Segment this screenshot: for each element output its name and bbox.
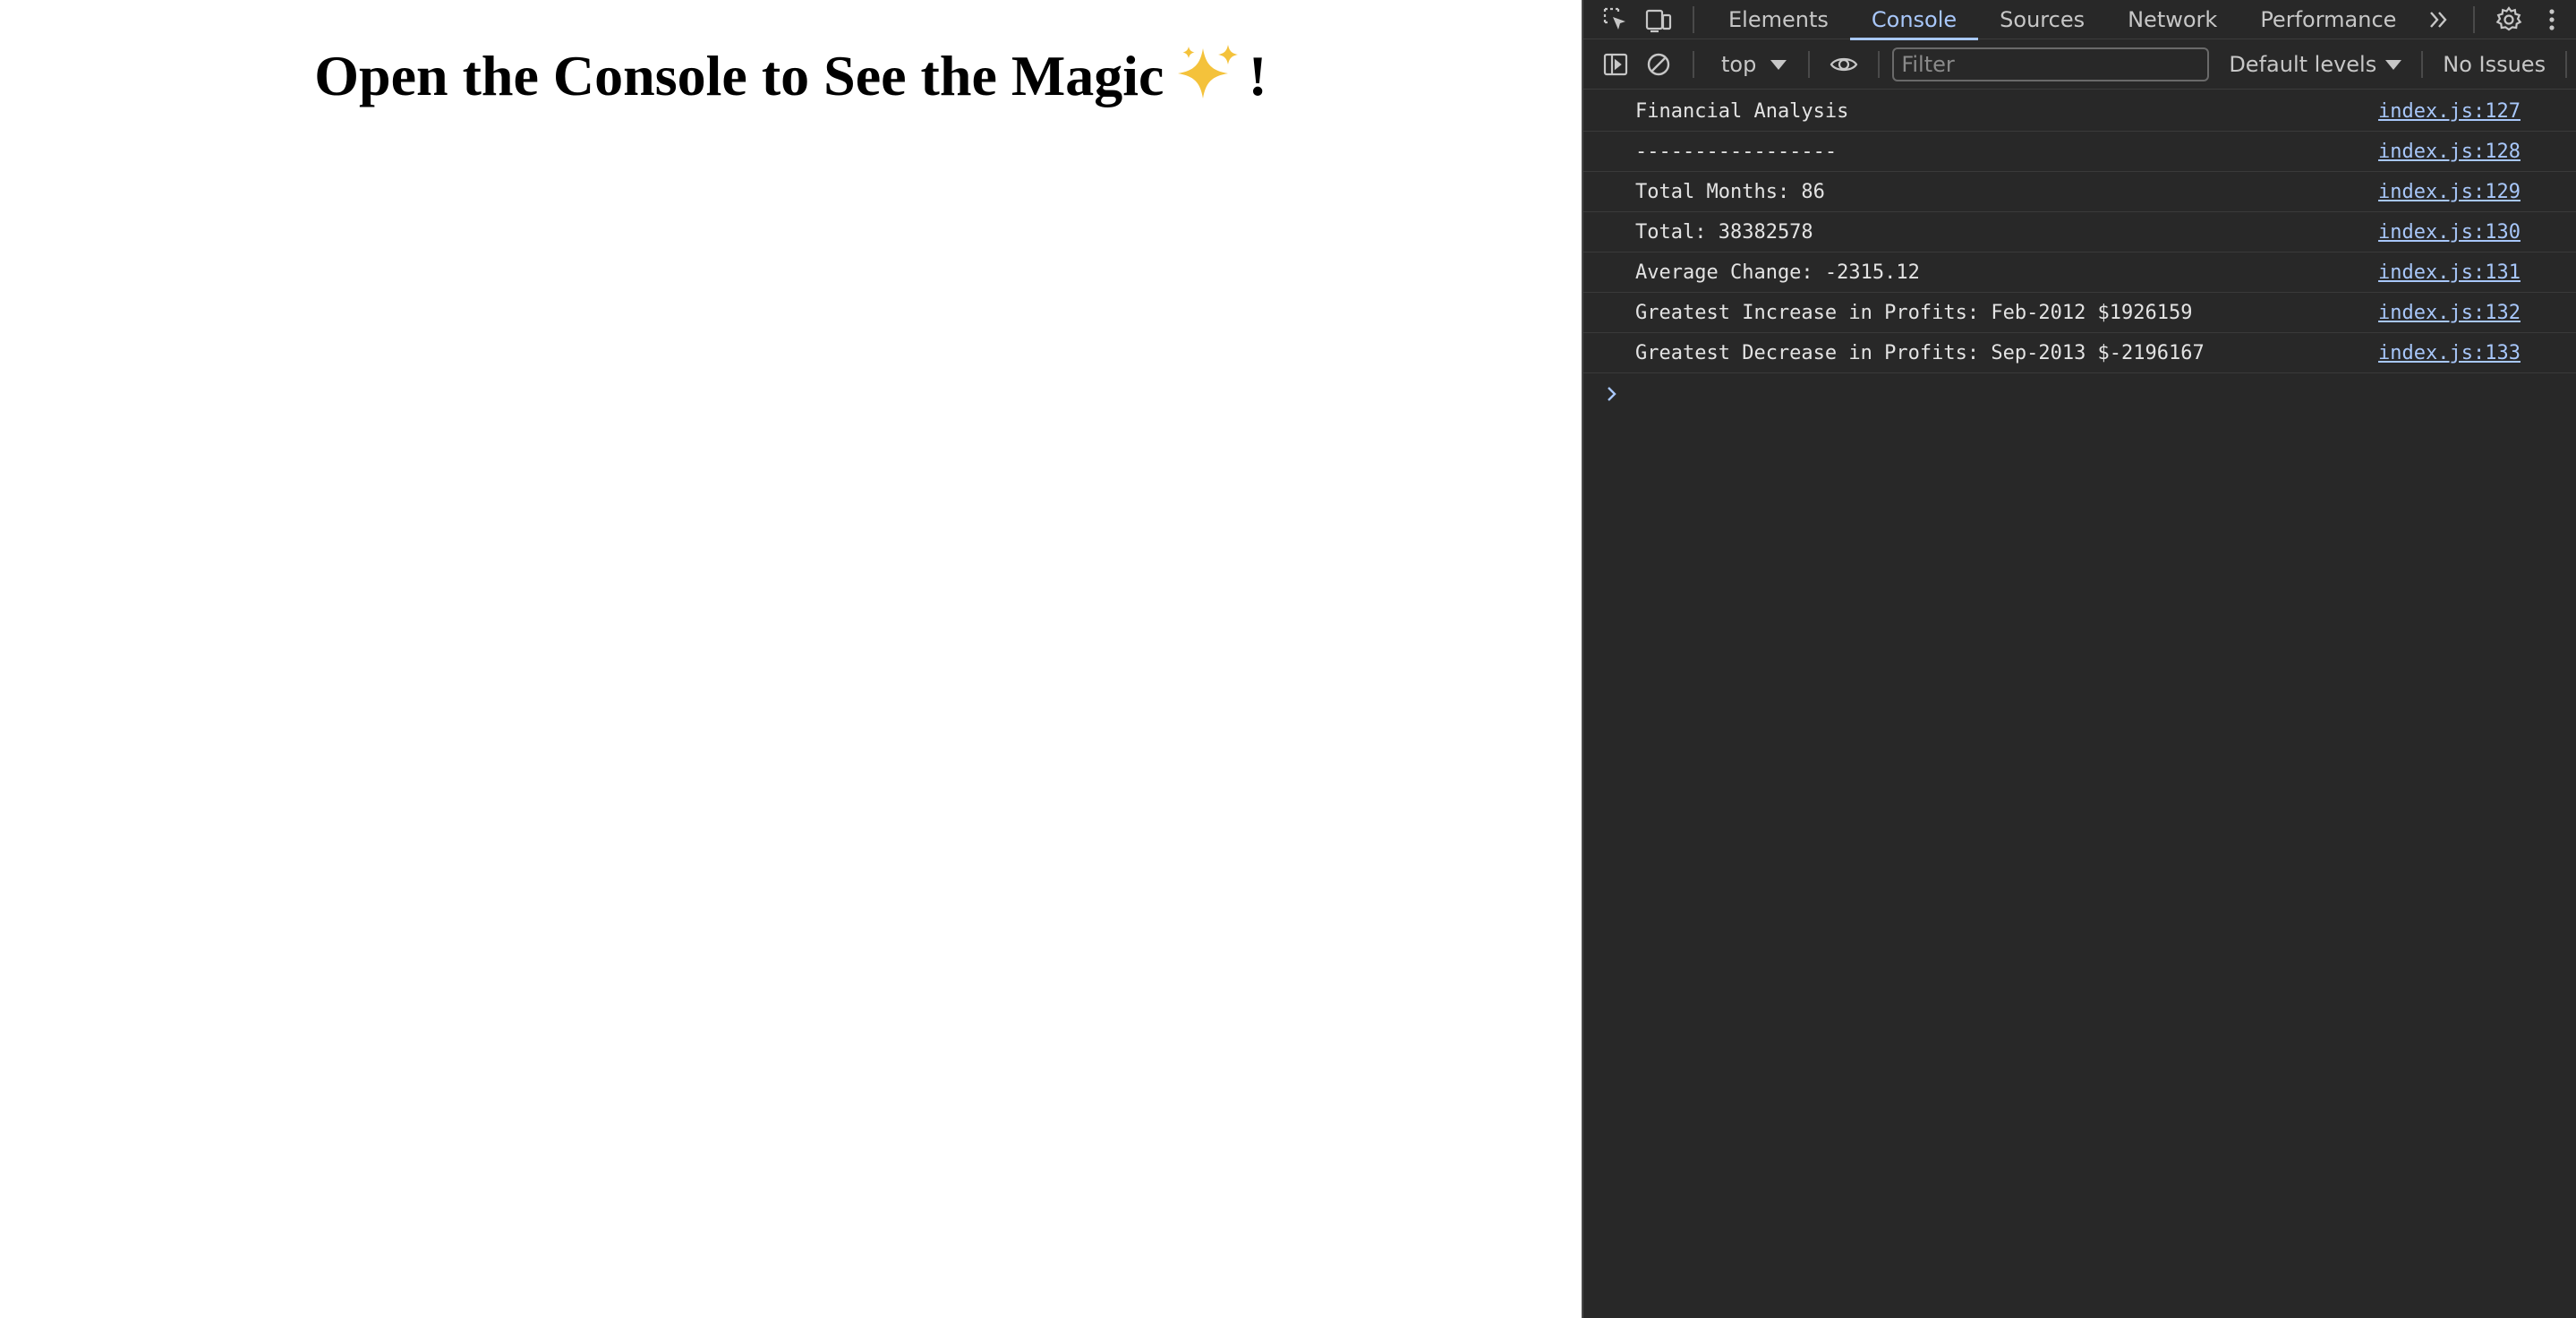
log-levels-label: Default levels: [2229, 52, 2377, 77]
console-message-text: Greatest Increase in Profits: Feb-2012 $…: [1635, 301, 2193, 324]
sparkles-icon: [1178, 45, 1239, 98]
tab-network-label: Network: [2128, 6, 2218, 32]
tab-elements-label: Elements: [1728, 6, 1829, 32]
devtools-panel: Elements Console Sources Network Perform…: [1582, 0, 2576, 1318]
tab-sources-label: Sources: [2000, 6, 2086, 32]
source-link[interactable]: index.js:128: [2378, 141, 2521, 163]
inspect-element-icon[interactable]: [1594, 0, 1637, 39]
console-message: Average Change: -2315.12 index.js:131: [1583, 252, 2576, 293]
console-message-text: Financial Analysis: [1635, 99, 1849, 123]
tab-console-label: Console: [1871, 6, 1958, 32]
source-link[interactable]: index.js:129: [2378, 181, 2521, 203]
context-selector[interactable]: top: [1707, 40, 1796, 90]
tab-network[interactable]: Network: [2106, 0, 2239, 39]
source-link[interactable]: index.js:127: [2378, 100, 2521, 123]
prompt-chevron-icon: [1608, 386, 1616, 401]
source-link[interactable]: index.js:132: [2378, 302, 2521, 324]
issues-counter[interactable]: No Issues: [2423, 52, 2565, 77]
more-tabs-chevron-icon[interactable]: [2418, 0, 2461, 39]
clear-console-icon[interactable]: [1637, 40, 1680, 90]
show-sidebar-icon[interactable]: [1594, 40, 1637, 90]
log-levels-dropdown[interactable]: Default levels: [2209, 40, 2421, 90]
dropdown-caret-icon: [1770, 59, 1787, 70]
page-heading-text: Open the Console to See the Magic: [314, 44, 1164, 107]
context-selector-label: top: [1721, 52, 1757, 77]
dropdown-caret-icon: [2385, 59, 2402, 70]
page-viewport: Open the Console to See the Magic !: [0, 0, 1582, 1318]
console-message-text: Total: 38382578: [1635, 220, 1813, 244]
console-message-text: Total Months: 86: [1635, 180, 1825, 203]
device-toolbar-icon[interactable]: [1637, 0, 1680, 39]
console-message: Greatest Increase in Profits: Feb-2012 $…: [1583, 293, 2576, 333]
live-expression-eye-icon[interactable]: [1822, 40, 1865, 90]
tab-performance[interactable]: Performance: [2239, 0, 2418, 39]
source-link[interactable]: index.js:130: [2378, 221, 2521, 244]
console-prompt[interactable]: [1583, 373, 2576, 414]
console-toolbar: top Default levels No Issues: [1583, 40, 2576, 90]
page-heading: Open the Console to See the Magic !: [0, 36, 1582, 116]
toolbar-divider: [1693, 5, 1694, 33]
console-message: ----------------- index.js:128: [1583, 132, 2576, 172]
console-message: Total: 38382578 index.js:130: [1583, 212, 2576, 252]
console-message: Greatest Decrease in Profits: Sep-2013 $…: [1583, 333, 2576, 373]
page-heading-suffix: !: [1248, 44, 1267, 107]
source-link[interactable]: index.js:131: [2378, 261, 2521, 284]
issues-label: No Issues: [2443, 52, 2546, 77]
console-message: Financial Analysis index.js:127: [1583, 91, 2576, 132]
console-settings-gear-icon[interactable]: [2571, 40, 2576, 90]
toolbar-divider: [1878, 51, 1881, 78]
toolbar-divider: [2473, 5, 2476, 33]
tab-sources[interactable]: Sources: [1978, 0, 2106, 39]
filter-input[interactable]: [1892, 47, 2210, 81]
more-options-icon[interactable]: [2530, 0, 2573, 39]
tab-elements[interactable]: Elements: [1707, 0, 1850, 39]
tab-console[interactable]: Console: [1849, 0, 1979, 40]
toolbar-divider: [2565, 51, 2568, 78]
console-output: Financial Analysis index.js:127 --------…: [1583, 91, 2576, 414]
toolbar-divider: [1693, 51, 1694, 78]
toolbar-divider: [1808, 51, 1811, 78]
source-link[interactable]: index.js:133: [2378, 342, 2521, 364]
console-message-text: -----------------: [1635, 140, 1838, 163]
console-message-text: Greatest Decrease in Profits: Sep-2013 $…: [1635, 341, 2205, 364]
tab-performance-label: Performance: [2260, 6, 2397, 32]
console-message-text: Average Change: -2315.12: [1635, 261, 1920, 284]
settings-gear-icon[interactable]: [2487, 0, 2530, 39]
devtools-tabbar: Elements Console Sources Network Perform…: [1583, 0, 2576, 40]
console-message: Total Months: 86 index.js:129: [1583, 172, 2576, 212]
